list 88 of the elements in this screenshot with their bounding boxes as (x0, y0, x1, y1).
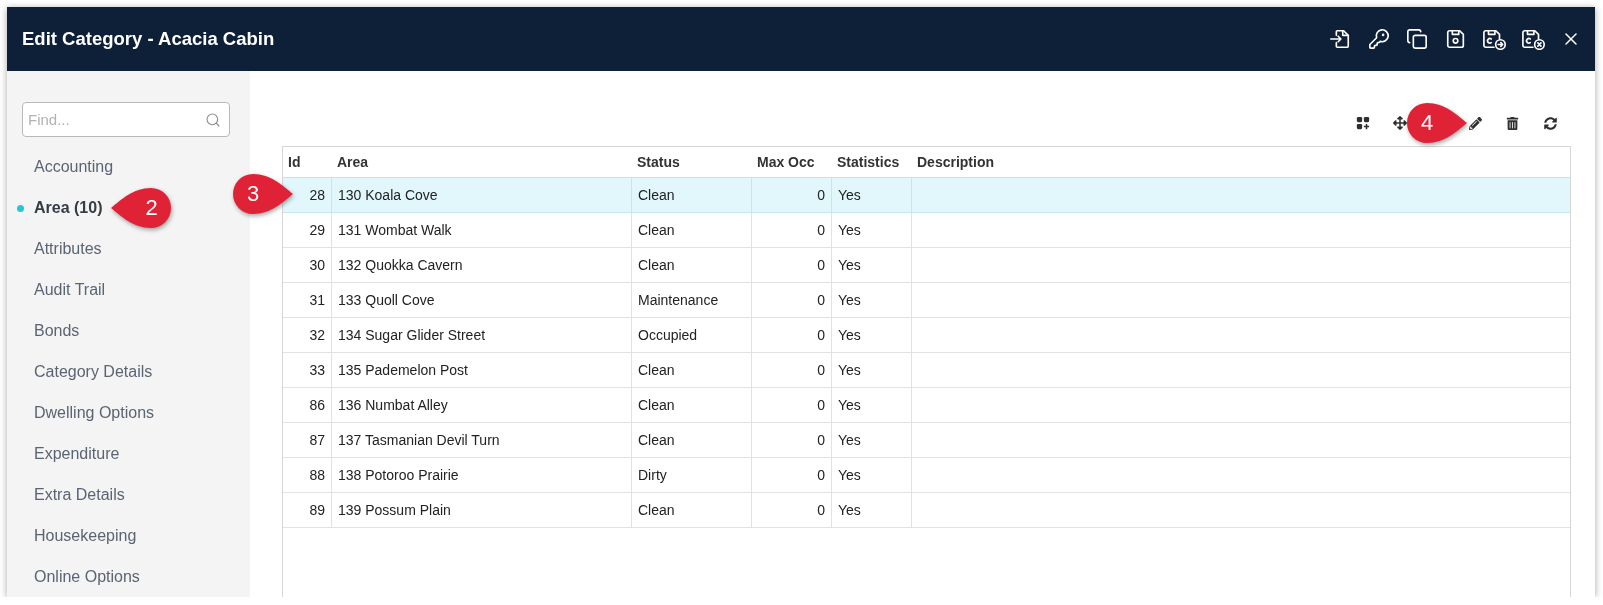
table-cell: 89 (283, 493, 332, 527)
table-cell: Yes (832, 318, 912, 352)
sidebar-item[interactable]: Category Details (17, 351, 153, 393)
column-header[interactable]: Area (332, 147, 632, 177)
table-cell: Clean (632, 388, 752, 422)
table-cell: Yes (832, 248, 912, 282)
table-cell: Yes (832, 213, 912, 247)
table-cell: 0 (752, 423, 832, 457)
table-cell: 0 (752, 458, 832, 492)
table-cell: 0 (752, 283, 832, 317)
table-row[interactable]: 32 134 Sugar Glider Street Occupied 0 Yes (283, 318, 1570, 353)
sidebar-item[interactable]: Attributes (17, 228, 102, 270)
table-cell: 29 (283, 213, 332, 247)
selected-dot-icon (17, 204, 24, 212)
table-cell: 139 Possum Plain (332, 493, 632, 527)
table-row[interactable]: 86 136 Numbat Alley Clean 0 Yes (283, 388, 1570, 423)
window-title: Edit Category - Acacia Cabin (22, 28, 275, 50)
table-cell: 86 (283, 388, 332, 422)
table-row[interactable]: 88 138 Potoroo Prairie Dirty 0 Yes (283, 458, 1570, 493)
table-cell: 135 Pademelon Post (332, 353, 632, 387)
table-cell: 138 Potoroo Prairie (332, 458, 632, 492)
table-cell: 32 (283, 318, 332, 352)
sidebar-item[interactable]: Bonds (17, 310, 80, 352)
table-cell: 87 (283, 423, 332, 457)
table-cell: Clean (632, 353, 752, 387)
table-row[interactable]: 28 130 Koala Cove Clean 0 Yes (283, 178, 1570, 213)
sidebar-item[interactable]: Dwelling Options (17, 392, 155, 434)
column-header[interactable]: Status (632, 147, 752, 177)
table-cell: 88 (283, 458, 332, 492)
table-cell: 30 (283, 248, 332, 282)
table-cell: Yes (832, 423, 912, 457)
table-cell: 0 (752, 353, 832, 387)
table-cell: 33 (283, 353, 332, 387)
table-row[interactable]: 33 135 Pademelon Post Clean 0 Yes (283, 353, 1570, 388)
callout-marker: 3 (233, 173, 293, 214)
table-cell: Occupied (632, 318, 752, 352)
table-cell: Clean (632, 178, 752, 212)
column-header[interactable]: Max Occ (752, 147, 832, 177)
table-row[interactable]: 30 132 Quokka Cavern Clean 0 Yes (283, 248, 1570, 283)
table-cell: 136 Numbat Alley (332, 388, 632, 422)
sidebar-item[interactable]: Housekeeping (17, 515, 137, 557)
table-cell: 0 (752, 388, 832, 422)
sidebar-item[interactable]: Extra Details (17, 474, 125, 516)
table-cell: Clean (632, 248, 752, 282)
table-cell: 130 Koala Cove (332, 178, 632, 212)
table-cell: 133 Quoll Cove (332, 283, 632, 317)
table-cell: 131 Wombat Walk (332, 213, 632, 247)
table-cell: Yes (832, 178, 912, 212)
grid-plus-icon[interactable] (1355, 116, 1370, 130)
table-cell: Yes (832, 353, 912, 387)
table-cell: Yes (832, 493, 912, 527)
column-header[interactable]: Description (912, 147, 1570, 177)
table-cell: 134 Sugar Glider Street (332, 318, 632, 352)
table-cell: 31 (283, 283, 332, 317)
table-cell: Maintenance (632, 283, 752, 317)
refresh-icon[interactable] (1543, 116, 1557, 130)
table-row[interactable]: 89 139 Possum Plain Clean 0 Yes (283, 493, 1570, 528)
table-cell: Dirty (632, 458, 752, 492)
move-icon[interactable] (1393, 116, 1407, 130)
table-cell: Yes (832, 388, 912, 422)
sidebar-item[interactable]: Expenditure (17, 433, 120, 475)
table-cell: 0 (752, 213, 832, 247)
column-header[interactable]: Statistics (832, 147, 912, 177)
sidebar-item[interactable]: Area (10) (17, 187, 103, 229)
table-cell: 0 (752, 318, 832, 352)
callout-marker: 4 (1407, 103, 1467, 143)
table-cell: 132 Quokka Cavern (332, 248, 632, 282)
sidebar-item[interactable]: Accounting (17, 146, 114, 188)
trash-icon[interactable] (1506, 116, 1519, 130)
table-cell: 28 (283, 178, 332, 212)
callout-marker: 2 (111, 188, 172, 228)
table-cell: Clean (632, 493, 752, 527)
pencil-icon[interactable] (1468, 116, 1482, 130)
table-row[interactable]: 87 137 Tasmanian Devil Turn Clean 0 Yes (283, 423, 1570, 458)
search-icon[interactable] (205, 111, 221, 128)
table-cell: 0 (752, 248, 832, 282)
table-cell: 137 Tasmanian Devil Turn (332, 423, 632, 457)
sidebar-item[interactable]: Online Options (17, 556, 140, 597)
table-cell: Yes (832, 283, 912, 317)
table-cell: Clean (632, 213, 752, 247)
table-cell: 0 (752, 178, 832, 212)
table-cell: Clean (632, 423, 752, 457)
table-row[interactable]: 31 133 Quoll Cove Maintenance 0 Yes (283, 283, 1570, 318)
table-cell: Yes (832, 458, 912, 492)
table-row[interactable]: 29 131 Wombat Walk Clean 0 Yes (283, 213, 1570, 248)
sidebar-item[interactable]: Audit Trail (17, 269, 106, 311)
table-cell: 0 (752, 493, 832, 527)
search-field[interactable]: Find... (22, 102, 230, 137)
